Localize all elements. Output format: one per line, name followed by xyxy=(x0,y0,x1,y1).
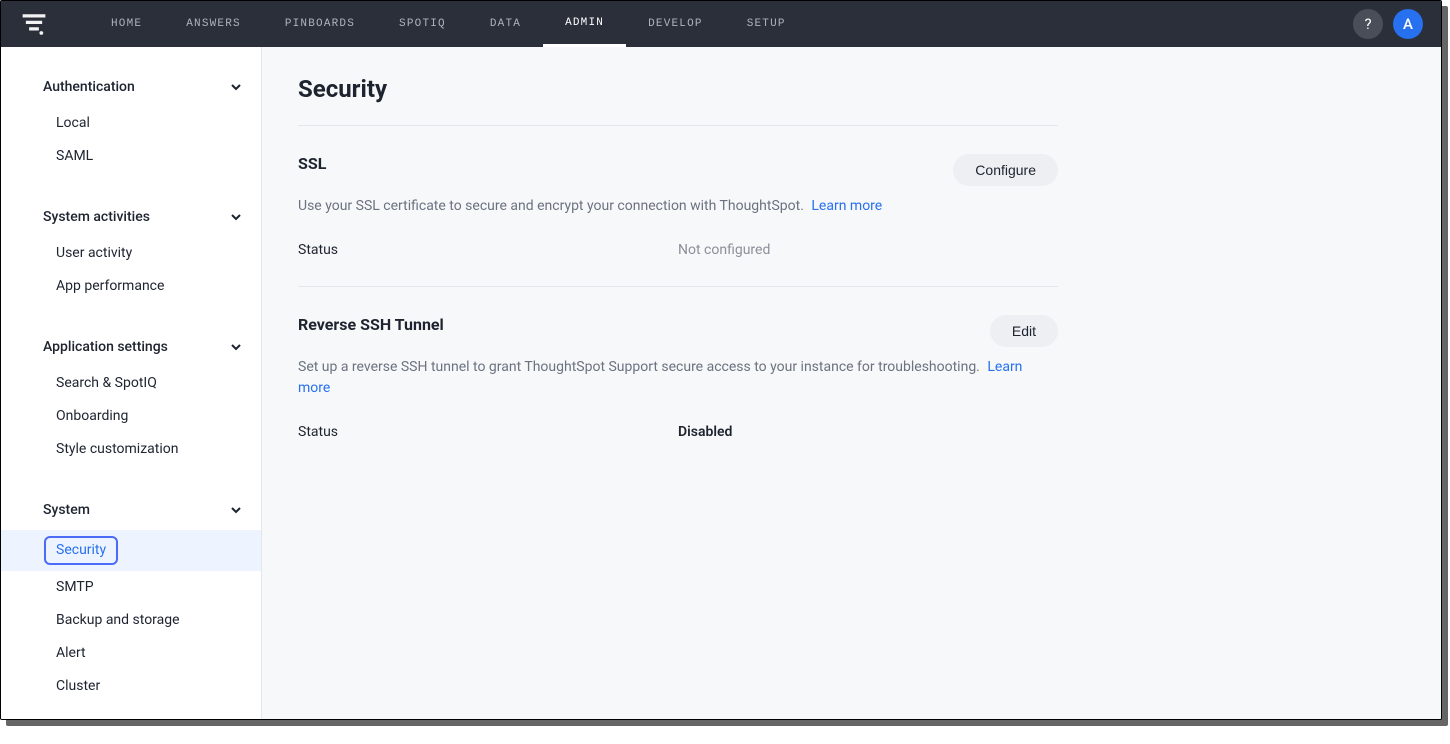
nav-data[interactable]: DATA xyxy=(468,1,543,47)
top-nav: HOME ANSWERS PINBOARDS SPOTIQ DATA ADMIN… xyxy=(1,1,1441,47)
sidebar-item-backup-storage[interactable]: Backup and storage xyxy=(1,604,261,637)
sidebar-item-app-performance[interactable]: App performance xyxy=(1,270,261,303)
logo-icon[interactable] xyxy=(19,9,49,39)
chevron-down-icon xyxy=(231,505,241,515)
ssh-description: Set up a reverse SSH tunnel to grant Tho… xyxy=(298,357,1058,400)
nav-spotiq[interactable]: SPOTIQ xyxy=(377,1,468,47)
nav-right: ? A xyxy=(1353,9,1423,39)
ssl-status-row: Status Not configured xyxy=(298,242,1058,258)
sidebar-item-security[interactable]: Security xyxy=(1,530,261,571)
page-title: Security xyxy=(298,75,1058,103)
body: Authentication Local SAML System activit… xyxy=(1,47,1441,719)
nav-develop[interactable]: DEVELOP xyxy=(626,1,725,47)
sidebar-label: System activities xyxy=(43,209,150,225)
ssl-description: Use your SSL certificate to secure and e… xyxy=(298,196,1058,218)
nav-items: HOME ANSWERS PINBOARDS SPOTIQ DATA ADMIN… xyxy=(89,1,808,47)
chevron-down-icon xyxy=(231,342,241,352)
status-label: Status xyxy=(298,424,678,440)
learn-more-link[interactable]: Learn more xyxy=(811,198,882,214)
chevron-down-icon xyxy=(231,82,241,92)
ssh-status-row: Status Disabled xyxy=(298,424,1058,440)
nav-pinboards[interactable]: PINBOARDS xyxy=(263,1,377,47)
nav-admin[interactable]: ADMIN xyxy=(543,1,626,47)
help-button[interactable]: ? xyxy=(1353,9,1383,39)
main-content: Security SSL Configure Use your SSL cert… xyxy=(262,47,1441,719)
section-ssl: SSL Configure Use your SSL certificate t… xyxy=(298,125,1058,286)
ssl-title: SSL xyxy=(298,154,326,173)
app-frame: HOME ANSWERS PINBOARDS SPOTIQ DATA ADMIN… xyxy=(0,0,1442,720)
sidebar-item-onboarding[interactable]: Onboarding xyxy=(1,400,261,433)
ssh-status-value: Disabled xyxy=(678,424,732,440)
sidebar-group-application-settings: Application settings Search & SpotIQ Onb… xyxy=(1,331,261,466)
sidebar-label: System xyxy=(43,502,90,518)
ssh-desc-text: Set up a reverse SSH tunnel to grant Tho… xyxy=(298,359,980,375)
sidebar-header-application-settings[interactable]: Application settings xyxy=(1,331,261,363)
sidebar-item-style-customization[interactable]: Style customization xyxy=(1,433,261,466)
sidebar-label: Application settings xyxy=(43,339,168,355)
sidebar-item-user-activity[interactable]: User activity xyxy=(1,237,261,270)
edit-button[interactable]: Edit xyxy=(990,315,1058,347)
sidebar-group-system-activities: System activities User activity App perf… xyxy=(1,201,261,303)
ssh-title: Reverse SSH Tunnel xyxy=(298,315,444,334)
sidebar-item-cluster[interactable]: Cluster xyxy=(1,670,261,703)
nav-setup[interactable]: SETUP xyxy=(725,1,808,47)
sidebar-item-smtp[interactable]: SMTP xyxy=(1,571,261,604)
sidebar-header-system-activities[interactable]: System activities xyxy=(1,201,261,233)
chevron-down-icon xyxy=(231,212,241,222)
status-label: Status xyxy=(298,242,678,258)
sidebar-item-local[interactable]: Local xyxy=(1,107,261,140)
sidebar-group-system: System Security SMTP Backup and storage … xyxy=(1,494,261,703)
sidebar-item-alert[interactable]: Alert xyxy=(1,637,261,670)
sidebar: Authentication Local SAML System activit… xyxy=(1,47,262,719)
nav-home[interactable]: HOME xyxy=(89,1,164,47)
sidebar-header-authentication[interactable]: Authentication xyxy=(1,71,261,103)
ssl-desc-text: Use your SSL certificate to secure and e… xyxy=(298,198,804,214)
sidebar-label: Authentication xyxy=(43,79,135,95)
sidebar-item-search-spotiq[interactable]: Search & SpotIQ xyxy=(1,367,261,400)
configure-button[interactable]: Configure xyxy=(953,154,1058,186)
sidebar-item-label: Security xyxy=(44,536,118,565)
sidebar-header-system[interactable]: System xyxy=(1,494,261,526)
section-ssh: Reverse SSH Tunnel Edit Set up a reverse… xyxy=(298,286,1058,468)
sidebar-item-saml[interactable]: SAML xyxy=(1,140,261,173)
ssl-status-value: Not configured xyxy=(678,242,770,258)
nav-answers[interactable]: ANSWERS xyxy=(164,1,263,47)
sidebar-group-authentication: Authentication Local SAML xyxy=(1,71,261,173)
avatar[interactable]: A xyxy=(1393,9,1423,39)
